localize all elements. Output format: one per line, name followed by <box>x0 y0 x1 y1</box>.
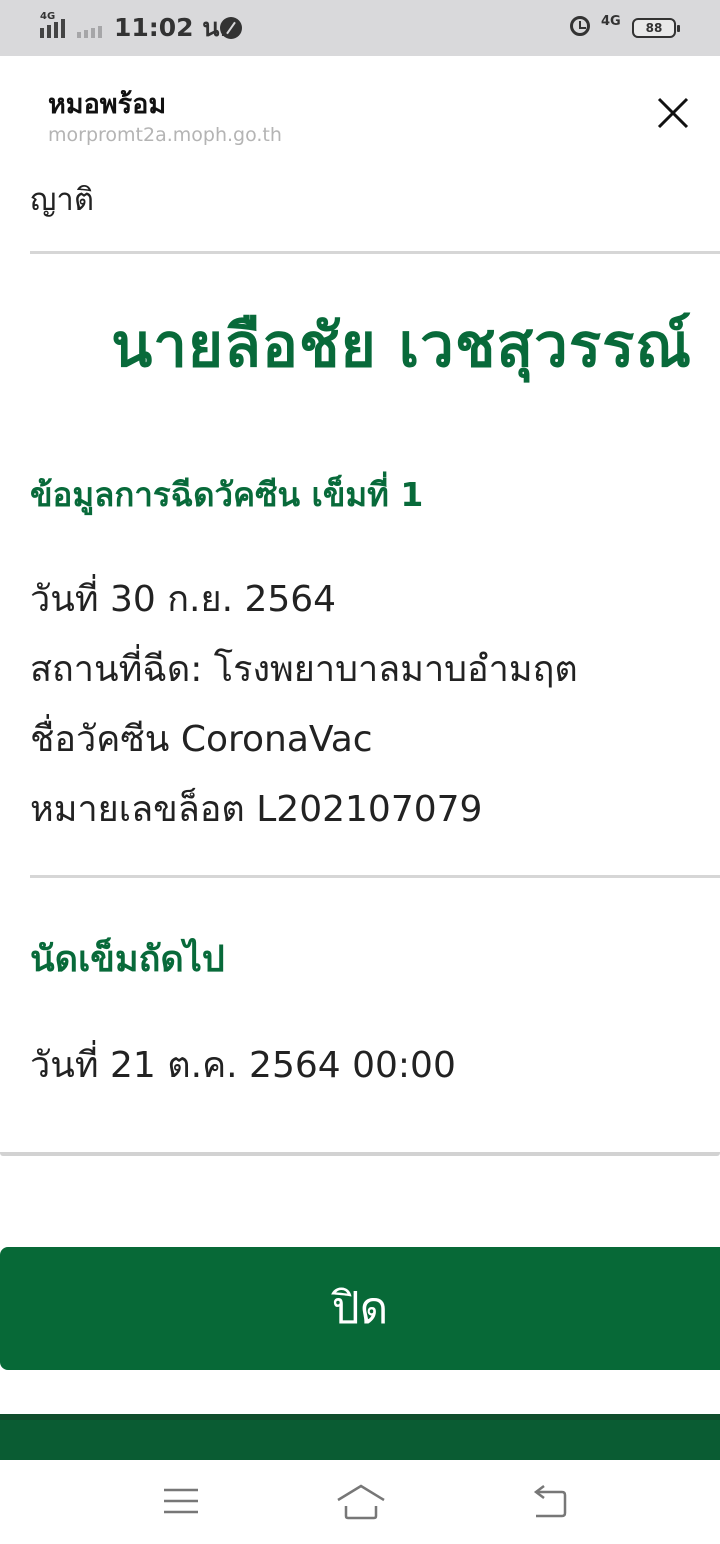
close-button[interactable]: ปิด <box>0 1247 720 1370</box>
dose-place: สถานที่ฉีด: โรงพยาบาลมาบอำมฤต <box>30 649 578 690</box>
dose-heading: ข้อมูลการฉีดวัคซีน เข็มที่ 1 <box>30 475 424 514</box>
card-bottom-edge <box>0 1152 720 1156</box>
lot-number: หมายเลขล็อต L202107079 <box>30 789 483 830</box>
back-icon[interactable] <box>530 1482 570 1522</box>
alarm-icon <box>570 16 590 36</box>
signal-strength-icon-2 <box>77 14 102 38</box>
background-green-bar <box>0 1414 720 1462</box>
navigation-bar <box>0 1460 720 1544</box>
dose-date: วันที่ 30 ก.ย. 2564 <box>30 579 337 620</box>
clock-time: 11:02 น. <box>114 13 229 42</box>
divider <box>30 251 720 254</box>
vaccine-name: ชื่อวัคซีน CoronaVac <box>30 719 373 760</box>
site-title: หมอพร้อม <box>48 89 167 120</box>
divider <box>30 875 720 878</box>
network-type-label-2: 4G <box>601 14 621 29</box>
menu-icon[interactable] <box>162 1482 200 1522</box>
close-x-icon[interactable] <box>652 92 694 134</box>
leaf-icon <box>220 17 242 39</box>
battery-icon: 88 <box>632 18 680 38</box>
next-dose-heading: นัดเข็มถัดไป <box>30 939 225 980</box>
next-dose-date: วันที่ 21 ต.ค. 2564 00:00 <box>30 1045 456 1086</box>
network-type-label: 4G <box>40 11 56 22</box>
home-icon[interactable] <box>336 1482 386 1522</box>
signal-strength-icon-1: 4G <box>40 11 65 38</box>
relation-label: ญาติ <box>30 182 94 218</box>
person-name: นายลือชัย เวชสุวรรณ์ <box>111 311 692 381</box>
site-url: morpromt2a.moph.go.th <box>48 124 282 146</box>
status-bar: 4G 11:02 น. 4G 88 <box>0 0 720 56</box>
